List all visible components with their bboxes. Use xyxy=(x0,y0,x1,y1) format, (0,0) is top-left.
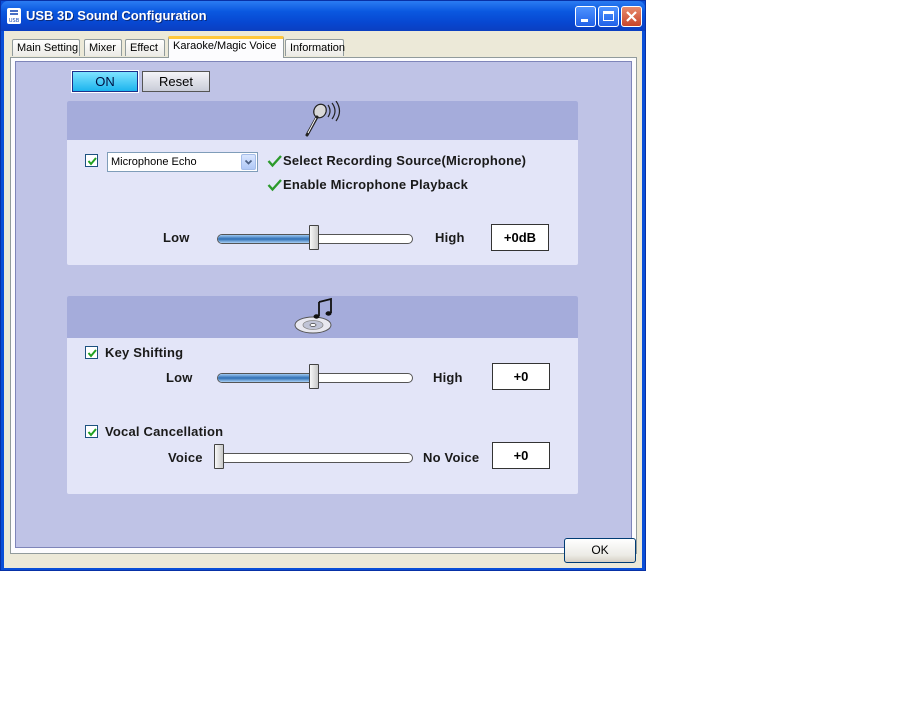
tab-label: Main Setting xyxy=(17,42,79,54)
title-bar[interactable]: USB USB 3D Sound Configuration xyxy=(1,1,645,31)
maximize-icon xyxy=(603,11,614,21)
tab-label: Information xyxy=(290,42,346,54)
tab-label: Mixer xyxy=(89,42,116,54)
mic-level-slider-thumb[interactable] xyxy=(309,225,319,250)
tab-label: Karaoke/Magic Voice xyxy=(173,40,277,52)
vocal-no-voice-label: No Voice xyxy=(423,450,480,465)
tab-label: Effect xyxy=(130,42,158,54)
microphone-group-header xyxy=(67,101,578,140)
vocal-voice-label: Voice xyxy=(168,450,203,465)
close-icon xyxy=(626,11,637,22)
reset-button[interactable]: Reset xyxy=(142,71,210,92)
key-shifting-label: Key Shifting xyxy=(105,345,184,360)
minimize-button[interactable] xyxy=(575,6,596,27)
mic-level-fill xyxy=(218,235,316,243)
key-shift-fill xyxy=(218,374,316,382)
music-group: Key Shifting Low High +0 Vocal Cancellat… xyxy=(67,296,578,494)
svg-text:USB: USB xyxy=(9,18,20,24)
chevron-down-icon xyxy=(244,159,253,165)
microphone-icon xyxy=(305,101,341,137)
music-cd-icon xyxy=(294,297,332,334)
tab-main-setting[interactable]: Main Setting xyxy=(12,39,80,56)
mic-level-low-label: Low xyxy=(163,230,190,245)
minimize-icon xyxy=(581,19,588,22)
checkmark-icon xyxy=(267,179,282,192)
window-title: USB 3D Sound Configuration xyxy=(26,8,207,23)
on-button[interactable]: ON xyxy=(71,70,139,93)
close-button[interactable] xyxy=(621,6,642,27)
mic-echo-select-value: Microphone Echo xyxy=(111,156,197,168)
microphone-group: Microphone Echo Select Recording Source(… xyxy=(67,101,578,265)
key-shift-high-label: High xyxy=(433,370,463,385)
window-client: Main Setting Mixer Effect Karaoke/Magic … xyxy=(4,31,642,568)
key-shift-value: +0 xyxy=(492,363,550,390)
key-shift-slider-thumb[interactable] xyxy=(309,364,319,389)
tab-karaoke-magic-voice[interactable]: Karaoke/Magic Voice xyxy=(168,36,284,58)
tab-information[interactable]: Information xyxy=(285,39,346,56)
music-group-header xyxy=(67,296,578,338)
mic-echo-select[interactable]: Microphone Echo xyxy=(107,152,258,172)
key-shifting-checkbox[interactable] xyxy=(85,346,98,359)
vocal-cancellation-checkbox[interactable] xyxy=(85,425,98,438)
mic-echo-checkbox[interactable] xyxy=(85,154,98,167)
check-icon xyxy=(87,428,97,437)
enable-mic-playback-label: Enable Microphone Playback xyxy=(283,177,469,192)
vocal-cancel-slider[interactable] xyxy=(217,453,413,463)
app-window: USB USB 3D Sound Configuration Main Sett… xyxy=(0,0,646,571)
dropdown-button[interactable] xyxy=(241,154,256,170)
mic-level-value: +0dB xyxy=(491,224,549,251)
check-icon xyxy=(87,157,97,166)
karaoke-panel: ON Reset Microphone Echo Select Recordin… xyxy=(15,61,632,548)
vocal-cancellation-label: Vocal Cancellation xyxy=(105,424,224,439)
key-shift-low-label: Low xyxy=(166,370,193,385)
maximize-button[interactable] xyxy=(598,6,619,27)
tab-panel: ON Reset Microphone Echo Select Recordin… xyxy=(10,57,637,554)
checkmark-icon xyxy=(267,155,282,168)
mic-level-high-label: High xyxy=(435,230,465,245)
tab-effect[interactable]: Effect xyxy=(125,39,165,56)
ok-button[interactable]: OK xyxy=(564,538,636,563)
tab-mixer[interactable]: Mixer xyxy=(84,39,122,56)
check-icon xyxy=(87,349,97,358)
vocal-cancel-slider-thumb[interactable] xyxy=(214,444,224,469)
usb-app-icon: USB xyxy=(7,8,21,24)
select-recording-source-label: Select Recording Source(Microphone) xyxy=(283,153,527,168)
vocal-cancel-value: +0 xyxy=(492,442,550,469)
